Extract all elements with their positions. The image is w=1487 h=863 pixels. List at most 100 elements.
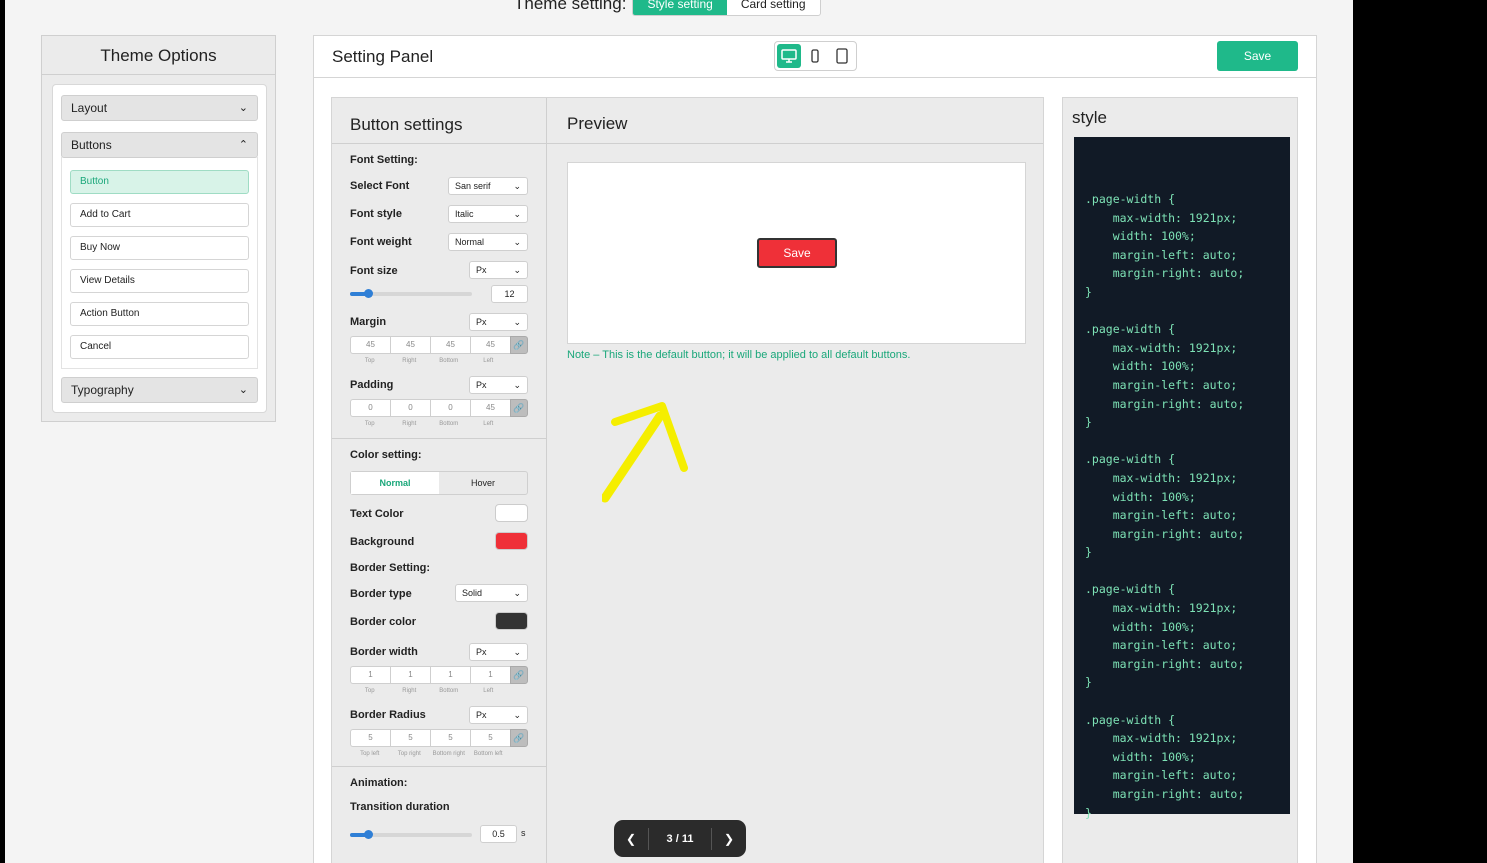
text-color-swatch[interactable] xyxy=(495,504,528,522)
select-font-dropdown[interactable]: San serif ⌄ xyxy=(448,177,528,195)
font-size-input[interactable]: 12 xyxy=(491,285,528,303)
padding-right-input[interactable]: 0 xyxy=(390,399,430,417)
sidebar-item-view-details[interactable]: View Details xyxy=(70,269,249,293)
preview-save-button[interactable]: Save xyxy=(757,238,837,268)
side-label: Top xyxy=(364,358,375,364)
font-size-label: Font size xyxy=(350,265,398,277)
radius-bottom-right-input[interactable]: 5 xyxy=(430,729,470,747)
style-column: style .page-width { max-width: 1921px; w… xyxy=(1062,97,1298,863)
tab-style-setting[interactable]: Style setting xyxy=(633,0,727,15)
sidebar-item-cancel[interactable]: Cancel xyxy=(70,335,249,359)
link-icon[interactable]: 🔗 xyxy=(510,729,528,747)
border-width-unit: Px xyxy=(476,647,487,657)
theme-options-sidebar: Theme Options Layout ⌄ Buttons ⌃ Button … xyxy=(41,35,276,422)
side-label: Bottom right xyxy=(432,751,465,757)
select-font-label: Select Font xyxy=(350,180,410,192)
tab-card-setting[interactable]: Card setting xyxy=(727,0,820,15)
color-setting-heading: Color setting: xyxy=(350,449,422,461)
border-width-unit-dropdown[interactable]: Px ⌄ xyxy=(469,643,528,661)
sidebar-item-action-button[interactable]: Action Button xyxy=(70,302,249,326)
mobile-icon[interactable] xyxy=(803,44,827,68)
side-label: Left xyxy=(483,421,494,427)
sidebar-item-add-to-cart[interactable]: Add to Cart xyxy=(70,203,249,227)
tab-normal[interactable]: Normal xyxy=(351,472,439,494)
slider-knob[interactable] xyxy=(364,830,374,839)
padding-left-input[interactable]: 45 xyxy=(470,399,510,417)
radius-bottom-left-input[interactable]: 5 xyxy=(470,729,510,747)
transition-input[interactable]: 0.5 xyxy=(480,825,517,843)
border-type-dropdown[interactable]: Solid ⌄ xyxy=(455,584,528,602)
border-width-bottom-input[interactable]: 1 xyxy=(430,666,470,684)
border-setting-heading: Border Setting: xyxy=(350,562,431,574)
preview-note: Note – This is the default button; it wi… xyxy=(567,349,911,361)
chevron-down-icon: ⌄ xyxy=(513,588,521,598)
font-size-unit-dropdown[interactable]: Px ⌄ xyxy=(469,261,528,279)
setting-panel: Setting Panel Save Button settings Font … xyxy=(313,35,1317,863)
theme-setting-tabs: Style setting Card setting xyxy=(632,0,821,16)
font-weight-dropdown[interactable]: Normal ⌄ xyxy=(448,233,528,251)
panel-title: Setting Panel xyxy=(332,47,434,66)
slider-knob[interactable] xyxy=(364,289,374,298)
accordion-buttons[interactable]: Buttons ⌃ xyxy=(61,132,258,158)
border-radius-unit: Px xyxy=(476,710,487,720)
sidebar-item-button[interactable]: Button xyxy=(70,170,249,194)
border-width-left-input[interactable]: 1 xyxy=(470,666,510,684)
radius-top-left-input[interactable]: 5 xyxy=(350,729,390,747)
border-type-label: Border type xyxy=(350,588,412,600)
margin-unit-dropdown[interactable]: Px ⌄ xyxy=(469,313,528,331)
margin-bottom-input[interactable]: 45 xyxy=(430,336,470,354)
border-radius-inputs: 5 5 5 5 🔗 xyxy=(350,729,528,747)
chevron-down-icon: ⌄ xyxy=(513,265,521,275)
transition-slider[interactable] xyxy=(350,830,472,839)
accordion-typography[interactable]: Typography ⌄ xyxy=(61,377,258,403)
tab-hover[interactable]: Hover xyxy=(439,472,527,494)
border-width-top-input[interactable]: 1 xyxy=(350,666,390,684)
page-indicator: 3 / 11 xyxy=(648,827,712,850)
side-label: Left xyxy=(483,688,494,694)
chevron-down-icon: ⌄ xyxy=(513,710,521,720)
margin-top-input[interactable]: 45 xyxy=(350,336,390,354)
margin-side-labels: Top Right Bottom Left xyxy=(350,358,508,364)
chevron-down-icon: ⌄ xyxy=(513,647,521,657)
side-label: Left xyxy=(483,358,494,364)
padding-label: Padding xyxy=(350,379,394,391)
desktop-icon[interactable] xyxy=(777,44,802,68)
button-settings-column: Button settings Font Setting: Select Fon… xyxy=(332,98,547,863)
font-size-unit: Px xyxy=(476,265,487,275)
animation-heading: Animation: xyxy=(350,777,408,789)
sidebar-item-buy-now[interactable]: Buy Now xyxy=(70,236,249,260)
chevron-up-icon: ⌃ xyxy=(238,139,248,151)
border-radius-unit-dropdown[interactable]: Px ⌄ xyxy=(469,706,528,724)
margin-left-input[interactable]: 45 xyxy=(470,336,510,354)
tablet-icon[interactable] xyxy=(830,44,854,68)
radius-top-right-input[interactable]: 5 xyxy=(390,729,430,747)
divider xyxy=(332,438,547,439)
padding-unit: Px xyxy=(476,380,487,390)
color-state-tabs: Normal Hover xyxy=(350,471,528,495)
font-style-value: Italic xyxy=(455,209,474,219)
border-width-right-input[interactable]: 1 xyxy=(390,666,430,684)
border-color-swatch[interactable] xyxy=(495,612,528,630)
button-settings-title: Button settings xyxy=(332,98,546,144)
font-style-label: Font style xyxy=(350,208,402,220)
link-icon[interactable]: 🔗 xyxy=(510,336,528,354)
background-label: Background xyxy=(350,536,415,548)
chevron-left-icon[interactable]: ❮ xyxy=(614,832,648,846)
chevron-down-icon: ⌄ xyxy=(513,181,521,191)
link-icon[interactable]: 🔗 xyxy=(510,399,528,417)
margin-unit: Px xyxy=(476,317,487,327)
padding-unit-dropdown[interactable]: Px ⌄ xyxy=(469,376,528,394)
link-icon[interactable]: 🔗 xyxy=(510,666,528,684)
padding-top-input[interactable]: 0 xyxy=(350,399,390,417)
preview-canvas: Save xyxy=(567,162,1026,344)
select-font-value: San serif xyxy=(455,181,491,191)
side-label: Bottom xyxy=(439,421,459,427)
font-size-slider[interactable] xyxy=(350,289,472,298)
save-button[interactable]: Save xyxy=(1217,41,1298,71)
background-color-swatch[interactable] xyxy=(495,532,528,550)
accordion-layout[interactable]: Layout ⌄ xyxy=(61,95,258,121)
padding-bottom-input[interactable]: 0 xyxy=(430,399,470,417)
font-style-dropdown[interactable]: Italic ⌄ xyxy=(448,205,528,223)
margin-right-input[interactable]: 45 xyxy=(390,336,430,354)
chevron-right-icon[interactable]: ❯ xyxy=(712,832,746,846)
